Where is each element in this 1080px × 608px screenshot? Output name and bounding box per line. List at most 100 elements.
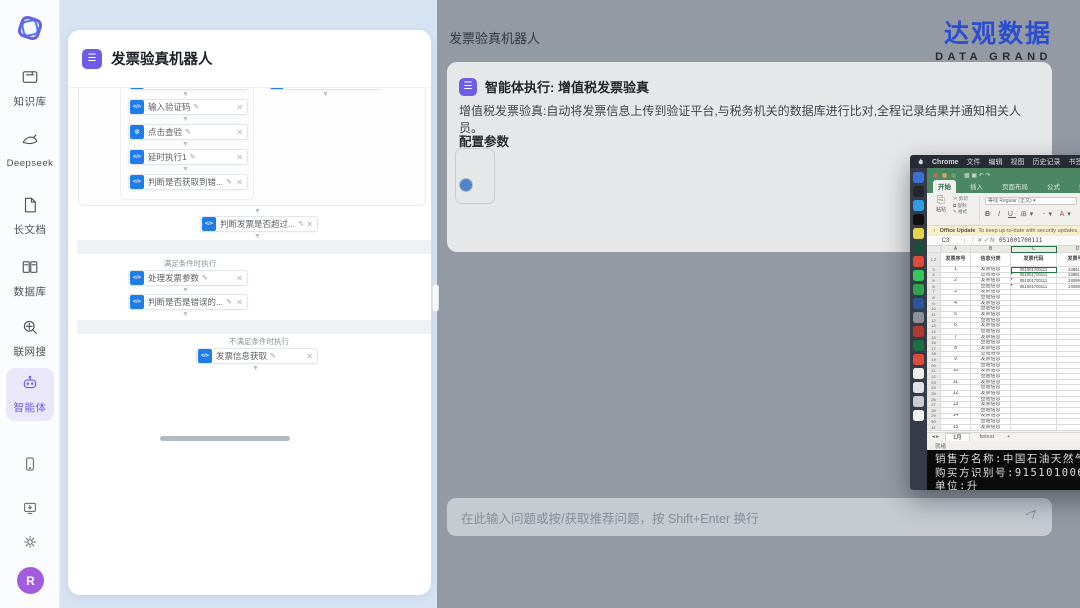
edit-icon[interactable]: ✎ bbox=[226, 178, 232, 186]
node-label: 点击查验 bbox=[148, 126, 182, 138]
edit-icon[interactable]: ✎ bbox=[298, 220, 304, 228]
panel-resize-handle[interactable] bbox=[432, 284, 439, 312]
dock-app-icon bbox=[913, 284, 924, 295]
edit-icon[interactable]: ✎ bbox=[226, 298, 232, 306]
remove-node-icon[interactable]: ✕ bbox=[236, 153, 243, 162]
workflow-node[interactable]: </>判断是否获取到错...✎✕ bbox=[128, 174, 248, 190]
minimize-icon bbox=[942, 173, 947, 178]
flow-arrow-icon: ▼ bbox=[182, 311, 189, 318]
excel-ribbon: ⎘粘贴✂ 剪切⧉ 复制✎ 格式等线 Regular (正文) ▾11 ▾A˄ A… bbox=[927, 193, 1080, 226]
menu-item-视图: 视图 bbox=[1010, 159, 1024, 166]
dock-app-icon bbox=[913, 396, 924, 407]
remove-node-icon[interactable]: ✕ bbox=[236, 298, 243, 307]
execution-description: 增值税发票验真:自动将发票信息上传到验证平台,与税务机关的数据库进行比对,全程记… bbox=[459, 103, 1039, 137]
dock-app-icon bbox=[913, 200, 924, 211]
workflow-node[interactable]: </>处理发票参数✎✕ bbox=[128, 270, 248, 286]
branch-false-label: 不满足条件时执行 bbox=[198, 336, 320, 347]
chat-input[interactable]: 在此输入问题或按/获取推荐问题，按 Shift+Enter 换行 bbox=[447, 498, 1052, 536]
remove-node-icon[interactable]: ✕ bbox=[236, 103, 243, 112]
send-icon[interactable] bbox=[1023, 507, 1038, 527]
menu-item-书签: 书签 bbox=[1068, 159, 1080, 166]
edit-icon[interactable]: ✎ bbox=[190, 153, 196, 161]
dock-app-icon bbox=[913, 354, 924, 365]
dock-app-icon bbox=[913, 368, 924, 379]
workflow-node[interactable]: </>发票信息获取✎✕ bbox=[196, 348, 318, 364]
edit-icon[interactable]: ✎ bbox=[202, 274, 208, 282]
robot-chip-icon: ☰ bbox=[82, 49, 102, 69]
grid-cell bbox=[1057, 425, 1080, 431]
mobile-icon[interactable] bbox=[22, 456, 38, 477]
horizontal-scrollbar[interactable] bbox=[160, 436, 290, 441]
flow-arrow-icon: ▼ bbox=[182, 141, 189, 148]
workflow-header: ☰ 发票验真机器人 bbox=[68, 30, 431, 88]
sidebar-item-数据库[interactable]: 数据库 bbox=[6, 252, 54, 305]
user-avatar[interactable]: R bbox=[17, 567, 44, 594]
sidebar-item-label: Deepseek bbox=[7, 158, 54, 169]
remove-node-icon[interactable]: ✕ bbox=[236, 128, 243, 137]
workflow-canvas[interactable]: </>获取验证码✎✕▼</>输入验证码✎✕▼◎点击查验✎✕▼</>延时执行1✎✕… bbox=[68, 88, 431, 595]
menu-item-历史记录: 历史记录 bbox=[1032, 159, 1060, 166]
menu-item-编辑: 编辑 bbox=[988, 159, 1002, 166]
workflow-node[interactable]: ◎点击查验✎✕ bbox=[128, 124, 248, 140]
node-type-icon: </> bbox=[130, 88, 144, 89]
remove-node-icon[interactable]: ✕ bbox=[306, 352, 313, 361]
chat-panel: 发票验真机器人 达观数据 DATA GRAND ☰ 智能体执行: 增值税发票验真… bbox=[437, 0, 1080, 608]
grid-cell: 发票号码 bbox=[1057, 253, 1080, 267]
node-type-icon: </> bbox=[198, 349, 212, 363]
grid-cell: 发票序号 bbox=[941, 253, 971, 267]
chat-input-placeholder: 在此输入问题或按/获取推荐问题，按 Shift+Enter 换行 bbox=[461, 508, 759, 527]
sidebar-item-联网搜[interactable]: 联网搜 bbox=[6, 312, 54, 365]
workflow-node[interactable]: </>延时执行1✎✕ bbox=[128, 149, 248, 165]
mac-dock bbox=[910, 168, 927, 490]
edit-icon[interactable]: ✎ bbox=[270, 352, 276, 360]
table-row: 3115发票信息 bbox=[927, 425, 1080, 431]
grid-cell: 发票信息 bbox=[971, 425, 1011, 431]
dock-app-icon bbox=[913, 298, 924, 309]
ribbon-tab-开始: 开始 bbox=[933, 180, 956, 193]
grid-cell: D bbox=[1057, 246, 1080, 253]
sidebar-item-知识库[interactable]: 知识库 bbox=[6, 62, 54, 115]
workflow-node[interactable]: </>判断发票是否超过...✎✕ bbox=[200, 216, 318, 232]
remove-node-icon[interactable]: ✕ bbox=[236, 178, 243, 187]
terminal-line: 购买方识别号:91510100698878500P bbox=[935, 467, 1080, 481]
sidebar-item-长文档[interactable]: 长文档 bbox=[6, 190, 54, 243]
sidebar-item-智能体[interactable]: 智能体 bbox=[6, 368, 54, 421]
edit-icon[interactable]: ✎ bbox=[194, 103, 200, 111]
office-update-bar: ◐ Office Update To keep up-to-date with … bbox=[927, 226, 1080, 236]
ribbon-separator bbox=[979, 196, 980, 222]
screen-cast-icon[interactable] bbox=[22, 500, 38, 521]
settings-icon[interactable] bbox=[22, 534, 38, 555]
table-header: 1 2发票序号信息分类发票代码发票号码开票日期校验码发票金额购买方信息名称纳税人… bbox=[927, 253, 1080, 267]
sidebar-item-Deepseek[interactable]: Deepseek bbox=[6, 126, 54, 175]
edit-icon[interactable]: ✎ bbox=[185, 128, 191, 136]
add-sheet-icon: + bbox=[1007, 434, 1010, 440]
close-icon bbox=[933, 173, 938, 178]
datagrand-logo: 达观数据 DATA GRAND bbox=[935, 14, 1052, 63]
branch-divider bbox=[77, 320, 431, 334]
remove-node-icon[interactable]: ✕ bbox=[236, 274, 243, 283]
agent-chip-icon: ☰ bbox=[459, 78, 477, 96]
cell-name-box: C3 bbox=[927, 238, 965, 244]
fx-icon: ⋮ ✕ ✓ fx bbox=[965, 237, 999, 244]
config-avatar-partial bbox=[459, 178, 473, 192]
workflow-node[interactable]: </>输入验证码✎✕ bbox=[128, 99, 248, 115]
sidebar-item-label: 联网搜 bbox=[14, 344, 47, 359]
ribbon-paste: ⎘粘贴 bbox=[931, 195, 951, 213]
sheet-nav-icons: ◂ ▸ bbox=[932, 434, 939, 440]
chat-header-title: 发票验真机器人 bbox=[449, 28, 540, 47]
ribbon-tab-页面布局: 页面布局 bbox=[997, 180, 1033, 193]
grid-cell: 发票代码 bbox=[1011, 253, 1057, 267]
app-logo-icon[interactable] bbox=[17, 15, 43, 41]
flow-arrow-icon: ▼ bbox=[182, 287, 189, 294]
excel-statusbar: 就绪 ▦ ▤ ▥ − + 100% bbox=[927, 441, 1080, 450]
workflow-panel: ☰ 发票验真机器人 </>获取验证码✎✕▼</>输入验证码✎✕▼◎点击查验✎✕▼… bbox=[60, 0, 437, 608]
dock-app-icon bbox=[913, 382, 924, 393]
excel-ribbon-tabs: 开始插入页面布局公式数据审阅视图 ⚉ 共享 ∧ bbox=[927, 182, 1080, 193]
ribbon-tab-数据: 数据 bbox=[1074, 180, 1080, 193]
dock-app-icon bbox=[913, 242, 924, 253]
branch-divider bbox=[77, 240, 431, 254]
grid-cell: A bbox=[941, 246, 971, 253]
workflow-node[interactable]: </>判断是否是错误的...✎✕ bbox=[128, 294, 248, 310]
remove-node-icon[interactable]: ✕ bbox=[306, 220, 313, 229]
node-type-icon: </> bbox=[130, 295, 144, 309]
